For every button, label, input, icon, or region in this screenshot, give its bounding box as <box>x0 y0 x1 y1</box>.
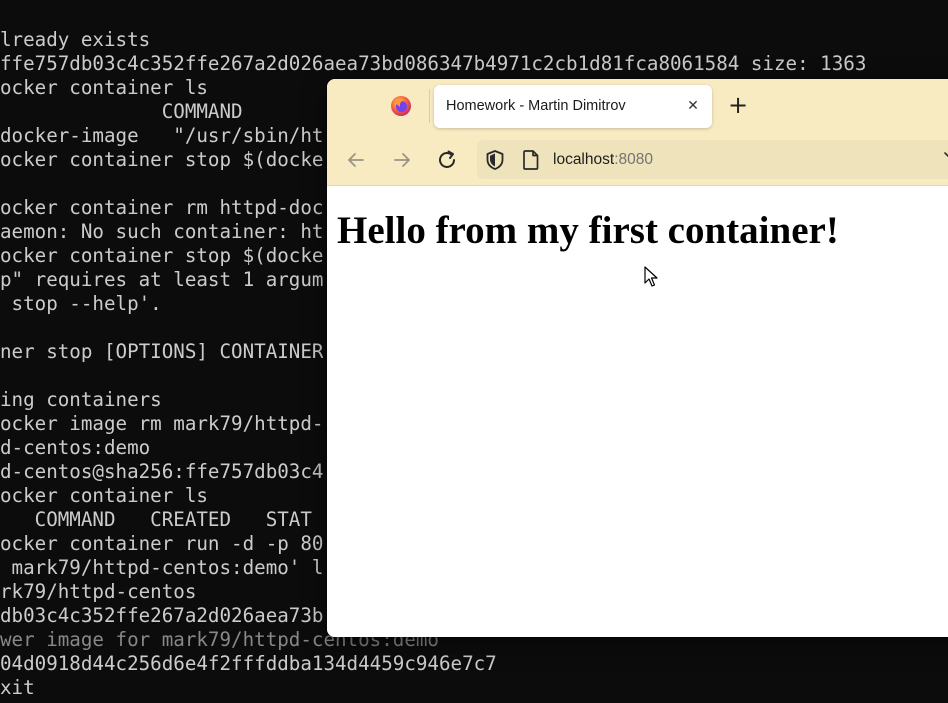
terminal-line: d-centos:demo <box>0 436 151 459</box>
terminal-line: ocker container ls <box>0 76 208 99</box>
terminal-line: rk79/httpd-centos <box>0 580 197 603</box>
terminal-line: ffe757db03c4c352ffe267a2d026aea73bd08634… <box>0 52 867 75</box>
firefox-icon[interactable] <box>390 95 412 117</box>
url-port: :8080 <box>614 151 653 168</box>
tab-title: Homework - Martin Dimitrov <box>446 98 626 114</box>
back-arrow-icon[interactable] <box>343 147 369 173</box>
terminal-line: COMMAND <box>0 100 243 123</box>
tab-bar: Homework - Martin Dimitrov ✕ + <box>327 79 948 135</box>
tab-homework[interactable]: Homework - Martin Dimitrov ✕ <box>434 85 712 128</box>
url-bar[interactable]: localhost:8080 <box>477 140 948 179</box>
chevron-down-icon[interactable] <box>943 149 948 161</box>
forward-arrow-icon[interactable] <box>389 147 415 173</box>
terminal-line: docker-image "/usr/sbin/ht <box>0 124 324 147</box>
terminal-line: d-centos@sha256:ffe757db03c4 <box>0 460 324 483</box>
terminal-line: ocker image rm mark79/httpd- <box>0 412 324 435</box>
url-host: localhost <box>553 151 615 168</box>
browser-window: Homework - Martin Dimitrov ✕ + localhost… <box>327 79 948 637</box>
page-content: Hello from my first container! <box>327 186 948 637</box>
terminal-line: stop --help'. <box>0 292 162 315</box>
terminal-line: ner stop [OPTIONS] CONTAINER <box>0 340 324 363</box>
terminal-line: ocker container stop $(docke <box>0 148 324 171</box>
terminal-line: ing containers <box>0 388 162 411</box>
terminal-line: ocker container rm httpd-doc <box>0 196 324 219</box>
terminal-line: mark79/httpd-centos:demo' l <box>0 556 324 579</box>
terminal-line: 04d0918d44c256d6e4f2fffddba134d4459c946e… <box>0 652 497 675</box>
terminal-line: p" requires at least 1 argum <box>0 268 324 291</box>
navigation-toolbar: localhost:8080 <box>327 135 948 186</box>
terminal-line: xit <box>0 676 35 699</box>
terminal-line: COMMAND CREATED STAT <box>0 508 312 531</box>
terminal-line: lready exists <box>0 28 151 51</box>
terminal-line: ocker container run -d -p 80 <box>0 532 324 555</box>
new-tab-button[interactable]: + <box>725 93 751 119</box>
mouse-pointer-icon <box>644 266 658 287</box>
terminal-line: ocker container ls <box>0 484 208 507</box>
terminal-line: ocker container stop $(docke <box>0 244 324 267</box>
terminal-line: db03c4c352ffe267a2d026aea73b <box>0 604 324 627</box>
page-heading: Hello from my first container! <box>337 209 839 252</box>
tab-divider <box>429 89 430 123</box>
url-text[interactable]: localhost:8080 <box>553 140 653 179</box>
close-icon[interactable]: ✕ <box>684 97 702 115</box>
terminal-line: aemon: No such container: ht <box>0 220 324 243</box>
reload-icon[interactable] <box>434 147 460 173</box>
page-icon <box>523 150 539 170</box>
shield-icon[interactable] <box>484 149 506 171</box>
